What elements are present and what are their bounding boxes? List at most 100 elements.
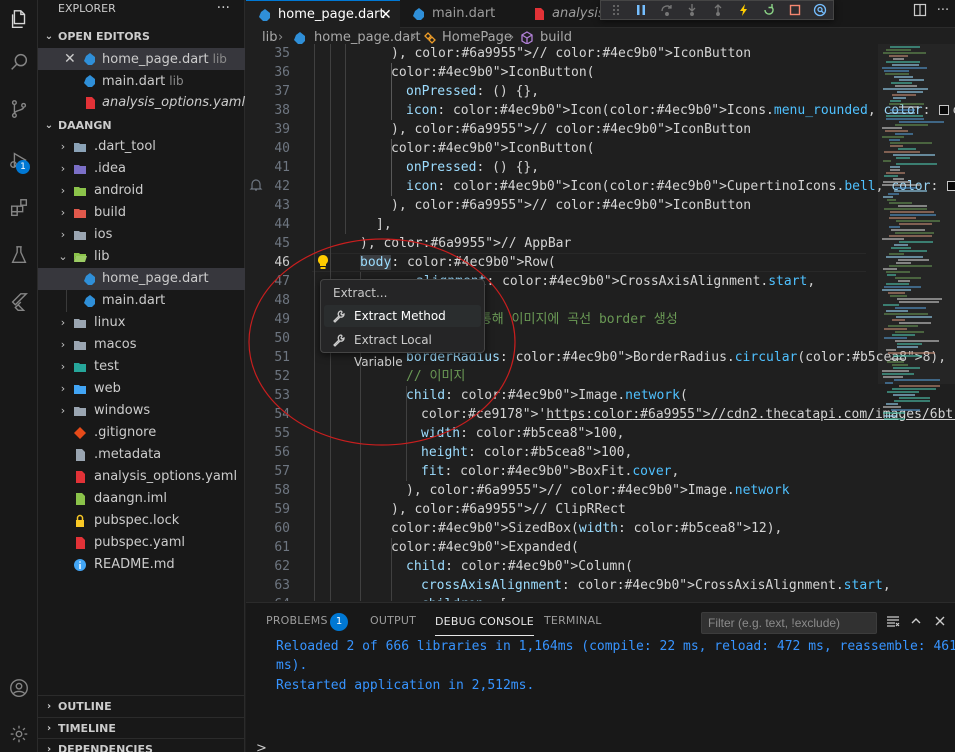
- tree-file-home-page[interactable]: home_page.dart: [38, 268, 245, 290]
- open-editor-analysis-options[interactable]: analysis_options.yaml: [38, 92, 245, 114]
- minimap-line: [893, 367, 920, 369]
- step-out-icon[interactable]: [705, 1, 731, 19]
- line-number: 60: [274, 521, 290, 536]
- minimap-line: [886, 61, 920, 63]
- line-number: 51: [274, 350, 290, 365]
- close-icon[interactable]: ✕: [64, 48, 76, 70]
- extensions-icon[interactable]: [0, 189, 38, 227]
- minimap-line: [889, 139, 900, 141]
- tree-folder-lib[interactable]: ⌄ lib: [38, 246, 245, 268]
- tree-file-pubspec-lock[interactable]: pubspec.lock: [38, 510, 245, 532]
- line-number: 36: [274, 65, 290, 80]
- timeline-section[interactable]: › TIMELINE: [38, 717, 245, 739]
- tab-analysis-options[interactable]: analysis_: [520, 0, 611, 28]
- tab-terminal[interactable]: TERMINAL: [544, 603, 602, 639]
- stop-icon[interactable]: [782, 1, 808, 19]
- source-control-icon[interactable]: [0, 90, 38, 128]
- console-prompt[interactable]: >: [256, 741, 267, 752]
- chevron-down-icon: ⌄: [44, 120, 54, 131]
- search-icon[interactable]: [0, 43, 38, 81]
- minimap-line: [894, 400, 930, 402]
- minimap-line: [894, 379, 940, 381]
- tree-folder-dart-tool[interactable]: › .dart_tool: [38, 136, 245, 158]
- restart-icon[interactable]: [756, 1, 782, 19]
- close-panel-icon[interactable]: [930, 611, 950, 631]
- console-filter-input[interactable]: Filter (e.g. text, !exclude): [701, 612, 877, 634]
- minimap-line: [896, 163, 937, 165]
- open-editor-main[interactable]: main.dart lib: [38, 70, 245, 92]
- extract-local-variable-item[interactable]: Extract Local Variable: [324, 329, 481, 369]
- account-icon[interactable]: [0, 669, 38, 707]
- minimap-line: [891, 82, 912, 84]
- tab-debug-console[interactable]: DEBUG CONSOLE: [435, 605, 534, 636]
- tree-file-daangn-iml[interactable]: daangn.iml: [38, 488, 245, 510]
- line-number: 38: [274, 103, 290, 118]
- tree-folder-android[interactable]: › android: [38, 180, 245, 202]
- extract-method-item[interactable]: Extract Method: [324, 305, 481, 327]
- open-editors-section[interactable]: ⌄ OPEN EDITORS: [38, 26, 245, 48]
- split-editor-icon[interactable]: [909, 0, 931, 20]
- minimap-line: [890, 358, 904, 360]
- tab-problems[interactable]: PROBLEMS: [266, 603, 328, 639]
- explorer-more-actions[interactable]: ···: [217, 0, 230, 18]
- step-into-icon[interactable]: [680, 1, 706, 19]
- tab-output[interactable]: OUTPUT: [370, 603, 416, 639]
- console-line: Reloaded 2 of 666 libraries in 1,164ms (…: [276, 639, 955, 654]
- minimap-line: [890, 166, 900, 168]
- step-over-icon[interactable]: [654, 1, 680, 19]
- outline-section[interactable]: › OUTLINE: [38, 695, 245, 717]
- tree-file-readme[interactable]: README.md: [38, 554, 245, 576]
- tree-folder-test[interactable]: › test: [38, 356, 245, 378]
- drag-handle-icon[interactable]: [603, 1, 629, 19]
- lightbulb-icon[interactable]: [316, 254, 330, 270]
- chevron-right-icon: ›: [60, 404, 66, 417]
- flutter-icon[interactable]: [0, 283, 38, 321]
- tree-folder-idea[interactable]: › .idea: [38, 158, 245, 180]
- tree-folder-macos[interactable]: › macos: [38, 334, 245, 356]
- devtools-search-icon[interactable]: [808, 1, 834, 19]
- minimap-line: [884, 175, 898, 177]
- clear-console-icon[interactable]: [883, 611, 903, 631]
- hot-reload-icon[interactable]: [731, 1, 757, 19]
- code-line: color:#4ec9b0">SizedBox(width: color:#b5…: [391, 521, 783, 536]
- tab-main-dart[interactable]: main.dart: [400, 0, 520, 28]
- tree-folder-web[interactable]: › web: [38, 378, 245, 400]
- tree-file-pubspec-yaml[interactable]: pubspec.yaml: [38, 532, 245, 554]
- minimap-line: [889, 253, 904, 255]
- line-number: 43: [274, 198, 290, 213]
- settings-gear-icon[interactable]: [0, 715, 38, 752]
- code-line: ), color:#6a9955">// color:#4ec9b0">Icon…: [391, 198, 752, 213]
- minimap-line: [891, 229, 925, 231]
- iml-file-icon: [76, 493, 85, 505]
- tree-folder-windows[interactable]: › windows: [38, 400, 245, 422]
- explorer-icon[interactable]: [0, 0, 38, 38]
- minimap-line: [892, 64, 919, 66]
- more-actions-icon[interactable]: ···: [932, 0, 954, 20]
- code-line: children: [: [421, 595, 507, 601]
- tree-file-analysis-options[interactable]: analysis_options.yaml: [38, 466, 245, 488]
- line-number: 41: [274, 160, 290, 175]
- tree-folder-ios[interactable]: › ios: [38, 224, 245, 246]
- dependencies-section[interactable]: › DEPENDENCIES: [38, 738, 245, 752]
- android-folder-icon: [74, 187, 86, 196]
- folder-open-icon: [74, 253, 87, 262]
- minimap[interactable]: [878, 44, 955, 601]
- tree-folder-build[interactable]: › build: [38, 202, 245, 224]
- open-editor-home-page[interactable]: ✕ home_page.dart lib: [38, 48, 245, 70]
- pause-icon[interactable]: [629, 1, 655, 19]
- tree-folder-linux[interactable]: › linux: [38, 312, 245, 334]
- tree-file-gitignore[interactable]: .gitignore: [38, 422, 245, 444]
- project-section[interactable]: ⌄ DAANGN: [38, 115, 245, 137]
- line-number: 35: [274, 46, 290, 61]
- minimap-line: [893, 394, 915, 396]
- tree-file-main[interactable]: main.dart: [38, 290, 245, 312]
- line-number: 62: [274, 559, 290, 574]
- close-icon[interactable]: ✕: [380, 1, 392, 29]
- testing-icon[interactable]: [0, 236, 38, 274]
- chevron-right-icon: ›: [60, 184, 66, 197]
- tab-home-page-dart[interactable]: home_page.dart ✕: [246, 0, 400, 28]
- tree-file-metadata[interactable]: .metadata: [38, 444, 245, 466]
- minimap-line: [883, 304, 899, 306]
- console-line: ms).: [276, 658, 308, 673]
- chevron-up-icon[interactable]: [906, 611, 926, 631]
